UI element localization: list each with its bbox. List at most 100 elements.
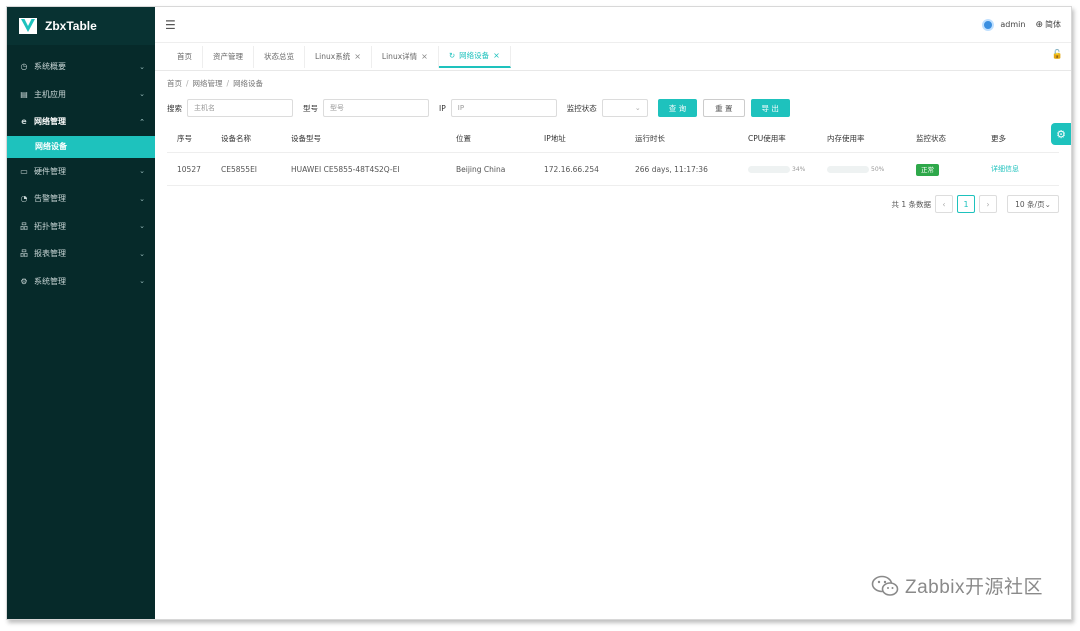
column-header: 更多 <box>991 134 1006 143</box>
cell-status: 正常 <box>916 164 991 176</box>
page-size-label: 10 条/页 <box>1015 199 1045 209</box>
status-label: 监控状态 <box>566 103 597 113</box>
table-header: 序号 设备名称 设备型号 位置 IP地址 运行时长 CPU使用率 内存使用率 监… <box>167 125 1059 153</box>
logo[interactable]: ZbxTable <box>7 7 155 45</box>
cpu-progress: 34% <box>748 165 827 173</box>
tab-home[interactable]: 首页 <box>167 45 203 68</box>
sidebar-item-label: 告警管理 <box>34 194 66 204</box>
monitor-icon: ▤ <box>20 89 28 99</box>
tab-assets[interactable]: 资产管理 <box>203 45 254 68</box>
close-icon[interactable]: × <box>493 51 500 60</box>
column-header: 内存使用率 <box>827 134 865 143</box>
column-header: 设备名称 <box>221 134 251 143</box>
folder-icon: ▭ <box>20 166 28 176</box>
sidebar-item-label: 拓扑管理 <box>34 221 66 231</box>
username[interactable]: admin <box>1000 20 1025 29</box>
tab-network-devices[interactable]: ↻ 网络设备 × <box>438 45 511 68</box>
chevron-down-icon: ⌄ <box>139 222 145 231</box>
column-header: 位置 <box>456 134 471 143</box>
cell-uptime: 266 days, 11:17:36 <box>635 164 708 174</box>
language-label: 简体 <box>1045 20 1061 29</box>
tab-label: 网络设备 <box>459 51 490 60</box>
clock-icon: ◷ <box>20 62 28 72</box>
refresh-icon[interactable]: ↻ <box>449 51 455 60</box>
app-title: ZbxTable <box>45 19 97 33</box>
tab-linux-system[interactable]: Linux系统 × <box>305 45 372 68</box>
chevron-down-icon: ⌄ <box>139 90 145 99</box>
breadcrumb-current: 网络设备 <box>233 78 264 88</box>
sidebar-item-system-overview[interactable]: ◷ 系统概要 ⌄ <box>7 53 155 81</box>
sidebar-item-label: 主机应用 <box>34 89 66 99</box>
sidebar: ZbxTable ◷ 系统概要 ⌄ ▤ 主机应用 ⌄ e 网络管理 ⌃ 网络设备… <box>7 7 155 619</box>
column-header: 运行时长 <box>635 134 665 143</box>
chevron-down-icon: ⌄ <box>1044 199 1051 209</box>
sidebar-item-host-apps[interactable]: ▤ 主机应用 ⌄ <box>7 81 155 109</box>
chevron-down-icon: ⌄ <box>139 194 145 203</box>
column-header: CPU使用率 <box>748 134 786 143</box>
language-switch[interactable]: ⊕ 简体 <box>1035 19 1061 30</box>
export-button[interactable]: 导 出 <box>750 99 790 117</box>
hostname-input[interactable]: 主机名 <box>187 99 293 117</box>
cpu-progress-track <box>748 165 790 173</box>
chevron-down-icon: ⌄ <box>139 167 145 176</box>
cpu-percent: 34% <box>792 165 806 173</box>
detail-link[interactable]: 详细信息 <box>991 165 1019 173</box>
tab-label: 首页 <box>177 52 192 61</box>
sidebar-item-hardware[interactable]: ▭ 硬件管理 ⌄ <box>7 158 155 186</box>
menu-collapse-icon[interactable]: ☰ <box>165 18 179 32</box>
sidebar-item-reports[interactable]: 品 报表管理 ⌄ <box>7 240 155 268</box>
cell-ip: 172.16.66.254 <box>544 164 599 174</box>
model-input[interactable]: 型号 <box>323 99 429 117</box>
pagination: 共 1 条数据 ‹ 1 › 10 条/页 ⌄ <box>155 195 1059 213</box>
next-page-button[interactable]: › <box>979 195 997 213</box>
sidebar-item-label: 报表管理 <box>34 249 66 259</box>
main-area: ☰ admin ⊕ 简体 首页 资产管理 状态总览 Linux系统 × Linux… <box>155 7 1071 619</box>
tab-linux-detail[interactable]: Linux详情 × <box>372 45 439 68</box>
memory-progress-track <box>827 165 869 173</box>
device-table: 序号 设备名称 设备型号 位置 IP地址 运行时长 CPU使用率 内存使用率 监… <box>167 125 1059 186</box>
chevron-down-icon: ⌄ <box>634 104 641 112</box>
cell-location: Beijing China <box>456 164 506 174</box>
sidebar-item-label: 系统管理 <box>34 276 66 286</box>
close-icon[interactable]: × <box>354 52 361 61</box>
reset-button[interactable]: 重 置 <box>703 99 745 117</box>
breadcrumb-home[interactable]: 首页 <box>167 78 182 89</box>
search-label: 搜索 <box>167 103 182 113</box>
status-badge: 正常 <box>916 164 939 176</box>
ip-input[interactable]: IP <box>450 99 557 117</box>
report-icon: 品 <box>20 249 28 259</box>
search-bar: 搜索 主机名 型号 型号 IP IP 监控状态 ⌄ 查 询 重 置 导 出 <box>155 95 1071 121</box>
prev-page-button[interactable]: ‹ <box>935 195 953 213</box>
sidebar-item-label: 系统概要 <box>34 62 66 72</box>
settings-gear-icon[interactable]: ⚙ <box>1051 123 1071 145</box>
watermark-text: Zabbix开源社区 <box>904 577 1043 598</box>
table-row[interactable]: 10527 CE5855EI HUAWEI CE5855-48T4S2Q-EI … <box>167 153 1059 186</box>
sidebar-item-topology[interactable]: 品 拓扑管理 ⌄ <box>7 213 155 241</box>
status-select[interactable]: ⌄ <box>601 99 648 117</box>
memory-progress: 50% <box>827 165 916 173</box>
header-right: admin ⊕ 简体 <box>982 18 1061 31</box>
avatar[interactable] <box>982 18 995 31</box>
sidebar-item-label: 网络管理 <box>34 117 66 127</box>
column-header: 序号 <box>177 134 192 143</box>
ie-icon: e <box>21 117 27 127</box>
sidebar-item-network[interactable]: e 网络管理 ⌃ <box>7 108 155 136</box>
column-header: 设备型号 <box>291 134 321 143</box>
breadcrumb-separator: / <box>186 78 189 88</box>
query-button[interactable]: 查 询 <box>657 99 698 117</box>
tab-status-overview[interactable]: 状态总览 <box>254 45 305 68</box>
logo-icon <box>19 18 37 34</box>
page-size-select[interactable]: 10 条/页 ⌄ <box>1007 195 1059 213</box>
page-number-button[interactable]: 1 <box>957 195 975 213</box>
wechat-icon <box>871 575 899 596</box>
chevron-up-icon: ⌃ <box>139 117 145 126</box>
close-icon[interactable]: × <box>421 52 428 61</box>
lock-icon[interactable]: 🔓 <box>1052 50 1063 60</box>
breadcrumb-network[interactable]: 网络管理 <box>193 78 223 89</box>
sidebar-subitem-network-devices[interactable]: 网络设备 <box>7 135 155 158</box>
sidebar-item-alerts[interactable]: ◔ 告警管理 ⌄ <box>7 185 155 213</box>
ip-label: IP <box>439 103 446 113</box>
top-header: ☰ admin ⊕ 简体 <box>155 7 1071 43</box>
sidebar-item-system-admin[interactable]: ⚙ 系统管理 ⌄ <box>7 268 155 296</box>
app-window: ZbxTable ◷ 系统概要 ⌄ ▤ 主机应用 ⌄ e 网络管理 ⌃ 网络设备… <box>6 6 1072 620</box>
